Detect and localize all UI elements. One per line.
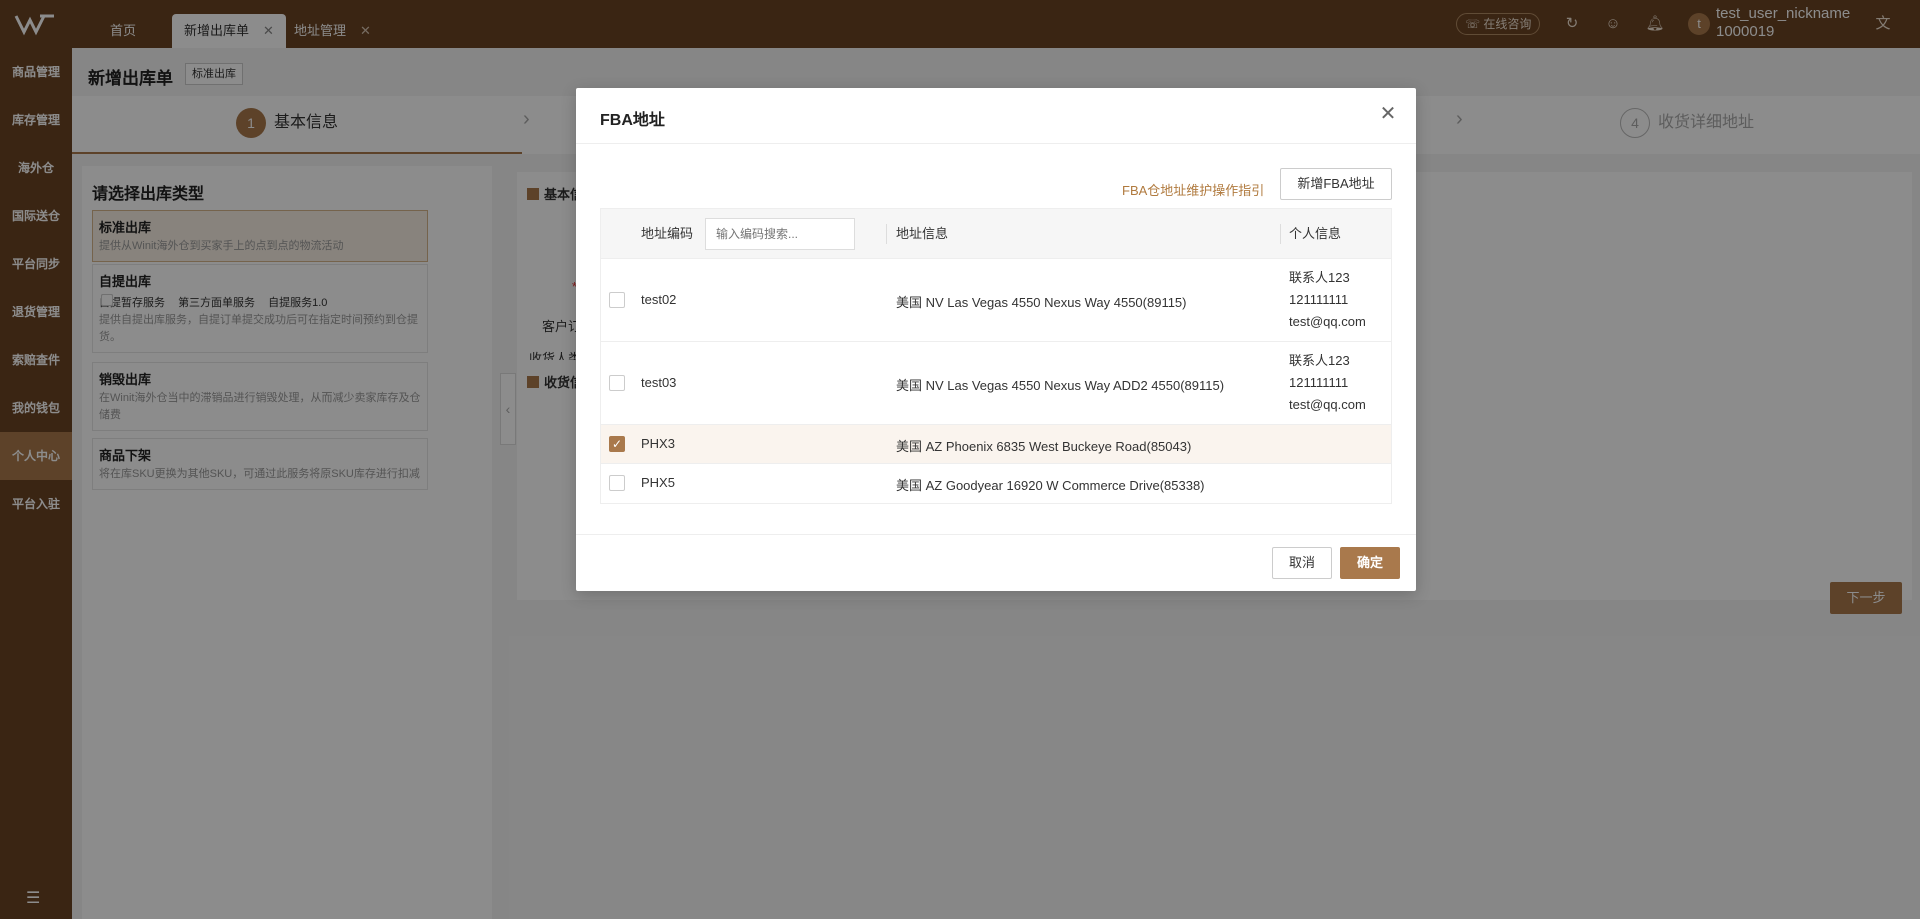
row-checkbox[interactable] — [609, 292, 625, 308]
fba-guide-link[interactable]: FBA仓地址维护操作指引 — [1122, 180, 1264, 199]
modal-title: FBA地址 — [600, 112, 665, 129]
address-code: test03 — [641, 375, 677, 390]
column-header-person: 个人信息 — [1289, 226, 1342, 241]
table-row[interactable]: ✓ PHX3 美国 AZ Phoenix 6835 West Buckeye R… — [601, 425, 1391, 464]
table-row[interactable]: PHX5 美国 AZ Goodyear 16920 W Commerce Dri… — [601, 464, 1391, 503]
column-header-address: 地址信息 — [896, 226, 949, 241]
row-checkbox[interactable] — [609, 375, 625, 391]
contact-name: 联系人123 — [1289, 270, 1350, 285]
table-row[interactable]: test02 美国 NV Las Vegas 4550 Nexus Way 45… — [601, 259, 1391, 342]
address-code: PHX3 — [641, 436, 675, 451]
modal-footer: 取消 确定 — [576, 534, 1416, 591]
column-divider — [886, 224, 887, 244]
table-row[interactable]: test03 美国 NV Las Vegas 4550 Nexus Way AD… — [601, 342, 1391, 425]
address-code: test02 — [641, 292, 677, 307]
person-info: 联系人123 121111111 test@qq.com — [1289, 267, 1366, 333]
code-search-input[interactable] — [705, 218, 855, 250]
modal-header: FBA地址 ✕ — [576, 88, 1416, 144]
contact-name: 联系人123 — [1289, 353, 1350, 368]
column-header-code: 地址编码 — [641, 226, 694, 241]
person-info: 联系人123 121111111 test@qq.com — [1289, 350, 1366, 416]
close-icon[interactable]: ✕ — [1376, 102, 1400, 126]
fba-address-modal: FBA地址 ✕ FBA仓地址维护操作指引 新增FBA地址 地址编码 地址信息 个… — [576, 88, 1416, 591]
fba-address-table: 地址编码 地址信息 个人信息 test02 美国 NV Las Vegas 45… — [600, 208, 1392, 504]
table-header: 地址编码 地址信息 个人信息 — [601, 209, 1391, 259]
contact-phone: 121111111 — [1289, 375, 1349, 390]
address-code: PHX5 — [641, 475, 675, 490]
contact-email: test@qq.com — [1289, 314, 1366, 329]
confirm-button[interactable]: 确定 — [1340, 547, 1400, 579]
address-info: 美国 NV Las Vegas 4550 Nexus Way ADD2 4550… — [896, 378, 1225, 393]
add-fba-address-button[interactable]: 新增FBA地址 — [1280, 168, 1392, 200]
address-info: 美国 NV Las Vegas 4550 Nexus Way 4550(8911… — [896, 295, 1187, 310]
contact-email: test@qq.com — [1289, 397, 1366, 412]
address-info: 美国 AZ Phoenix 6835 West Buckeye Road(850… — [896, 439, 1192, 454]
contact-phone: 121111111 — [1289, 292, 1349, 307]
address-info: 美国 AZ Goodyear 16920 W Commerce Drive(85… — [896, 478, 1205, 493]
row-checkbox[interactable] — [609, 475, 625, 491]
row-checkbox[interactable]: ✓ — [609, 436, 625, 452]
column-divider — [1280, 224, 1281, 244]
cancel-button[interactable]: 取消 — [1272, 547, 1332, 579]
